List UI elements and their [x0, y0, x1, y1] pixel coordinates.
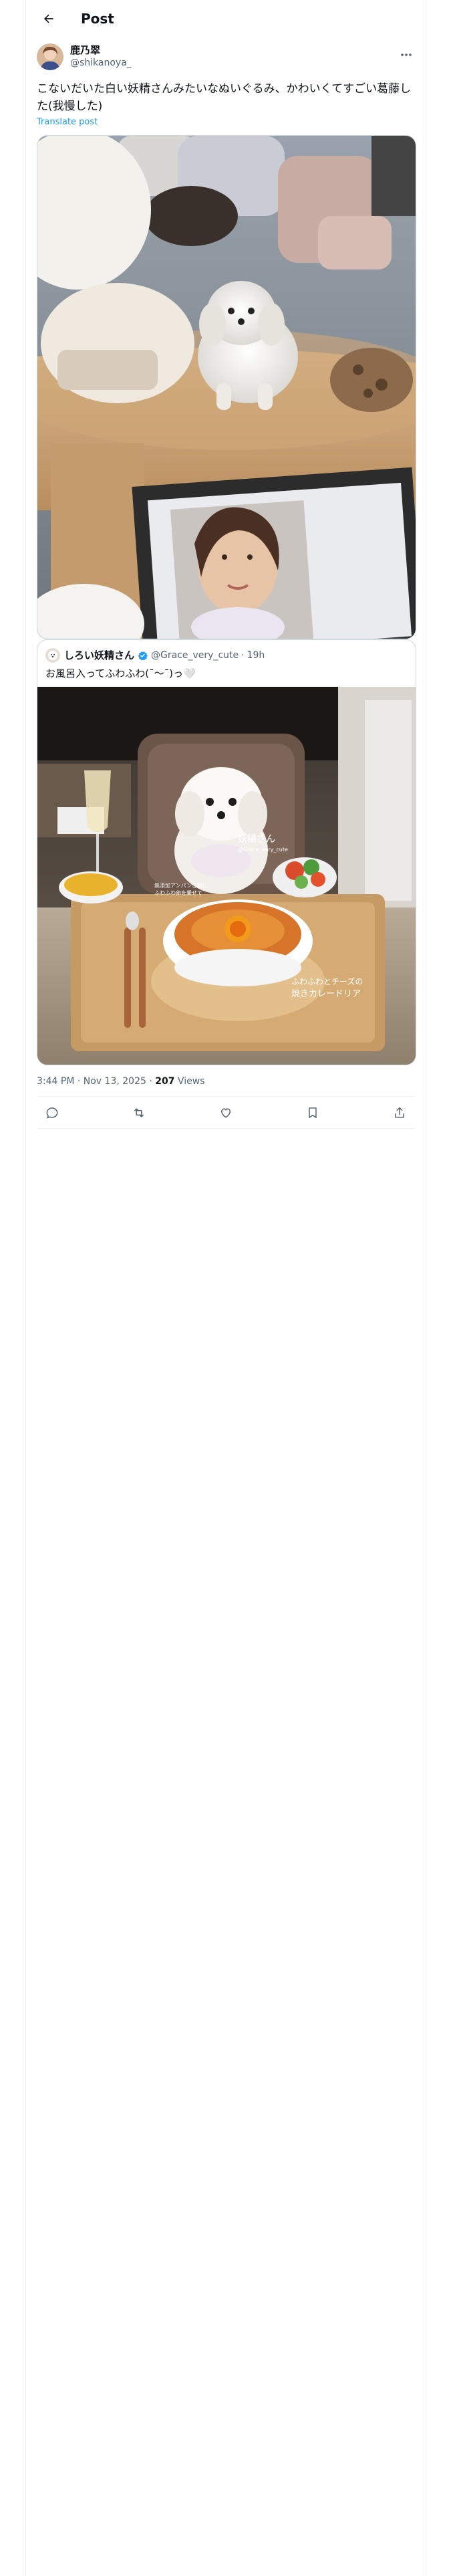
repost-icon — [134, 1107, 144, 1117]
page-title: Post — [81, 11, 114, 27]
quoted-time: 19h — [247, 650, 265, 661]
photo-label-dish-1: ふわふわとチーズの — [291, 976, 363, 986]
post-meta: 3:44 PM · Nov 13, 2025 · 207 Views — [37, 1065, 415, 1097]
quoted-avatar — [45, 648, 60, 663]
quoted-photo[interactable]: 妖精さん @Grace_very_cute 無添加アンパンご飯に ふわふわ卵を乗… — [37, 687, 416, 1065]
post-author: 鹿乃翠 @shikanoya_ — [26, 37, 426, 72]
quoted-text: お風呂入ってふわふわ(¯〜¯)っ🤍 — [45, 667, 196, 679]
reply-button[interactable] — [41, 1101, 63, 1124]
quoted-display-name: しろい妖精さん — [64, 649, 135, 661]
photo-label-name: 妖精さん — [238, 834, 275, 845]
quoted-post[interactable]: しろい妖精さん @Grace_very_cute · 19h お風呂入ってふわふ… — [37, 639, 416, 1065]
avatar[interactable] — [37, 43, 63, 70]
more-options-button[interactable] — [396, 47, 416, 63]
back-button[interactable] — [37, 7, 61, 31]
photo-label-handle: @Grace_very_cute — [238, 847, 288, 853]
translate-link[interactable]: Translate post — [26, 115, 426, 128]
like-button[interactable] — [214, 1101, 237, 1124]
views-count: 207 — [155, 1076, 175, 1087]
photo-label-left-1: 無添加アンパンご飯に — [154, 882, 208, 889]
post-timestamp[interactable]: 3:44 PM · Nov 13, 2025 · — [37, 1076, 155, 1087]
author-handle[interactable]: @shikanoya_ — [70, 57, 132, 70]
post-column: Post 鹿乃翠 @shikanoya_ こないだいた白い妖精さんみたいなぬいぐ… — [25, 0, 426, 2576]
top-bar: Post — [26, 0, 426, 37]
views-label: Views — [174, 1076, 205, 1087]
arrow-left-icon — [44, 14, 53, 23]
share-button[interactable] — [388, 1101, 411, 1124]
reply-icon — [46, 1107, 58, 1119]
post-photo[interactable] — [37, 135, 416, 639]
bookmark-icon — [309, 1107, 317, 1118]
post-image — [37, 136, 416, 639]
author-display-name[interactable]: 鹿乃翠 — [70, 44, 132, 57]
bookmark-button[interactable] — [301, 1101, 324, 1124]
quoted-image: 妖精さん @Grace_very_cute 無添加アンパンご飯に ふわふわ卵を乗… — [37, 687, 416, 1065]
quoted-post-header: しろい妖精さん @Grace_very_cute · 19h — [37, 640, 416, 663]
quoted-handle: @Grace_very_cute — [151, 650, 239, 661]
action-bar — [37, 1097, 415, 1129]
repost-button[interactable] — [128, 1101, 150, 1124]
ellipsis-icon — [401, 53, 412, 56]
verified-badge-icon — [138, 651, 148, 661]
photo-label-dish-2: 焼きカレードリア — [291, 989, 361, 999]
share-icon — [395, 1107, 404, 1117]
photo-label-left-2: ふわふわ卵を乗せて — [154, 889, 202, 896]
heart-icon — [220, 1107, 231, 1118]
post-text: こないだいた白い妖精さんみたいなぬいぐるみ、かわいくてすごい葛藤した(我慢した) — [37, 82, 412, 113]
